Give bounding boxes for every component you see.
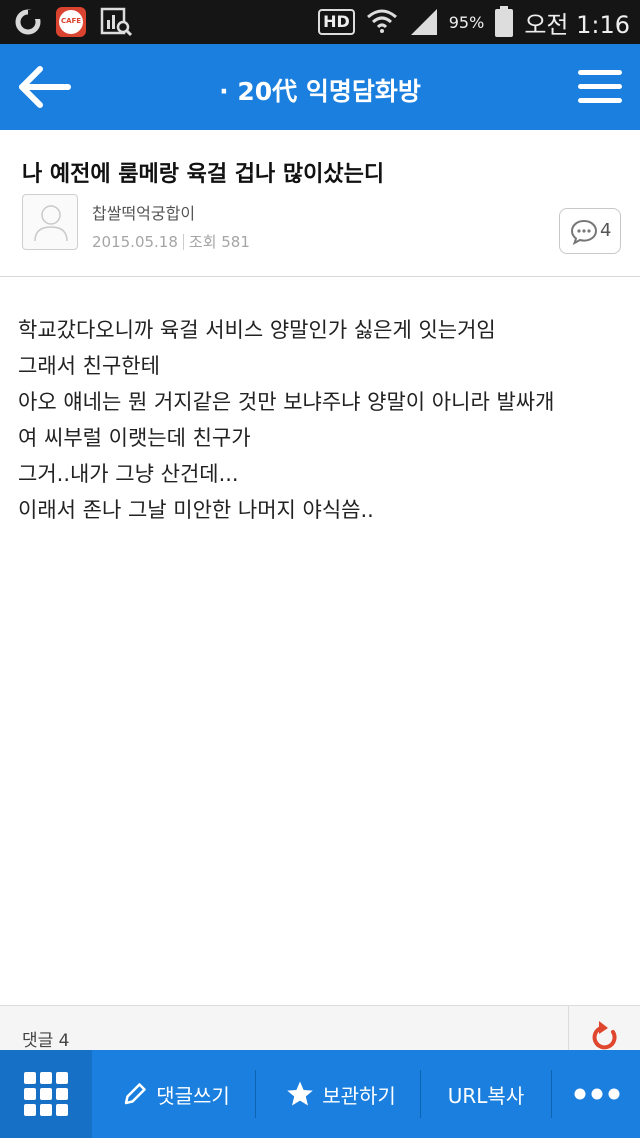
status-clock: 오전 1:16 xyxy=(524,10,630,39)
hd-voice-icon: HD xyxy=(318,9,355,35)
status-bar: CAFE HD 95% 오전 1:16 xyxy=(0,0,640,44)
grid-icon xyxy=(24,1072,68,1116)
status-right-icons: HD 95% 오전 1:16 xyxy=(318,5,630,39)
view-count: 조회 581 xyxy=(188,233,250,251)
body-line: 학교갔다오니까 육걸 서비스 양말인가 싫은게 잇는거임 xyxy=(18,318,496,342)
speech-bubble-icon xyxy=(570,219,598,245)
comment-section-header[interactable]: 댓글 4 xyxy=(0,1005,640,1052)
save-button[interactable]: 보관하기 xyxy=(266,1050,416,1138)
toolbar-divider xyxy=(420,1070,421,1118)
cafe-badge-label: CAFE xyxy=(60,17,82,25)
more-dots-icon xyxy=(574,1088,620,1100)
refresh-icon xyxy=(592,1021,617,1050)
o-app-icon xyxy=(15,9,41,35)
app-header: · 20代 익명담화방 xyxy=(0,44,640,130)
status-left-icons: CAFE xyxy=(14,6,134,38)
toolbar-divider xyxy=(551,1070,552,1118)
post-meta: 2015.05.18 조회 581 xyxy=(92,231,250,252)
body-line: 그래서 친구한테 xyxy=(18,354,160,378)
meta-divider xyxy=(182,233,184,250)
signal-icon xyxy=(410,9,437,35)
bottom-toolbar: 댓글쓰기 보관하기 URL복사 xyxy=(0,1050,640,1138)
write-comment-label: 댓글쓰기 xyxy=(156,1083,230,1108)
comment-section-label: 댓글 4 xyxy=(22,1031,70,1051)
write-comment-button[interactable]: 댓글쓰기 xyxy=(106,1050,246,1138)
post-body: 학교갔다오니까 육걸 서비스 양말인가 싫은게 잇는거임 그래서 친구한테 아오… xyxy=(18,312,622,528)
pencil-icon xyxy=(124,1083,146,1105)
body-line: 여 씨부럴 이랫는데 친구가 xyxy=(18,426,251,450)
body-line: 그거..내가 그냥 산건데... xyxy=(18,462,239,486)
body-line: 이래서 존나 그날 미안한 나머지 야식씀.. xyxy=(18,498,374,522)
more-options-button[interactable] xyxy=(560,1050,640,1138)
comment-count-button[interactable]: 4 xyxy=(559,208,621,254)
apps-grid-button[interactable] xyxy=(0,1050,92,1138)
wifi-icon xyxy=(366,9,397,33)
avatar[interactable] xyxy=(22,194,78,250)
save-label: 보관하기 xyxy=(322,1083,396,1108)
post-date: 2015.05.18 xyxy=(92,232,178,251)
refresh-button[interactable] xyxy=(568,1006,640,1052)
post-title: 나 예전에 룸메랑 육걸 겁나 많이샀는디 xyxy=(22,162,385,187)
post-header: 나 예전에 룸메랑 육걸 겁나 많이샀는디 찹쌀떡억궁합이 2015.05.18… xyxy=(0,130,640,277)
star-icon xyxy=(287,1081,313,1106)
battery-icon xyxy=(495,6,514,37)
battery-percent: 95% xyxy=(448,12,485,32)
page-title: · 20代 익명담화방 xyxy=(219,77,421,106)
hamburger-menu-icon xyxy=(578,70,622,103)
copy-url-label: URL복사 xyxy=(447,1083,525,1108)
toolbar-divider xyxy=(255,1070,256,1118)
author-name[interactable]: 찹쌀떡억궁합이 xyxy=(92,200,195,224)
body-line: 아오 얘네는 뭔 거지같은 것만 보냐주냐 양말이 아니라 발싸개 xyxy=(18,390,555,414)
copy-url-button[interactable]: URL복사 xyxy=(428,1050,544,1138)
menu-button[interactable] xyxy=(576,66,624,106)
default-profile-icon xyxy=(34,205,68,242)
comment-count: 4 xyxy=(600,220,612,241)
cafe-app-icon: CAFE xyxy=(56,7,86,37)
chart-search-icon xyxy=(100,7,133,37)
